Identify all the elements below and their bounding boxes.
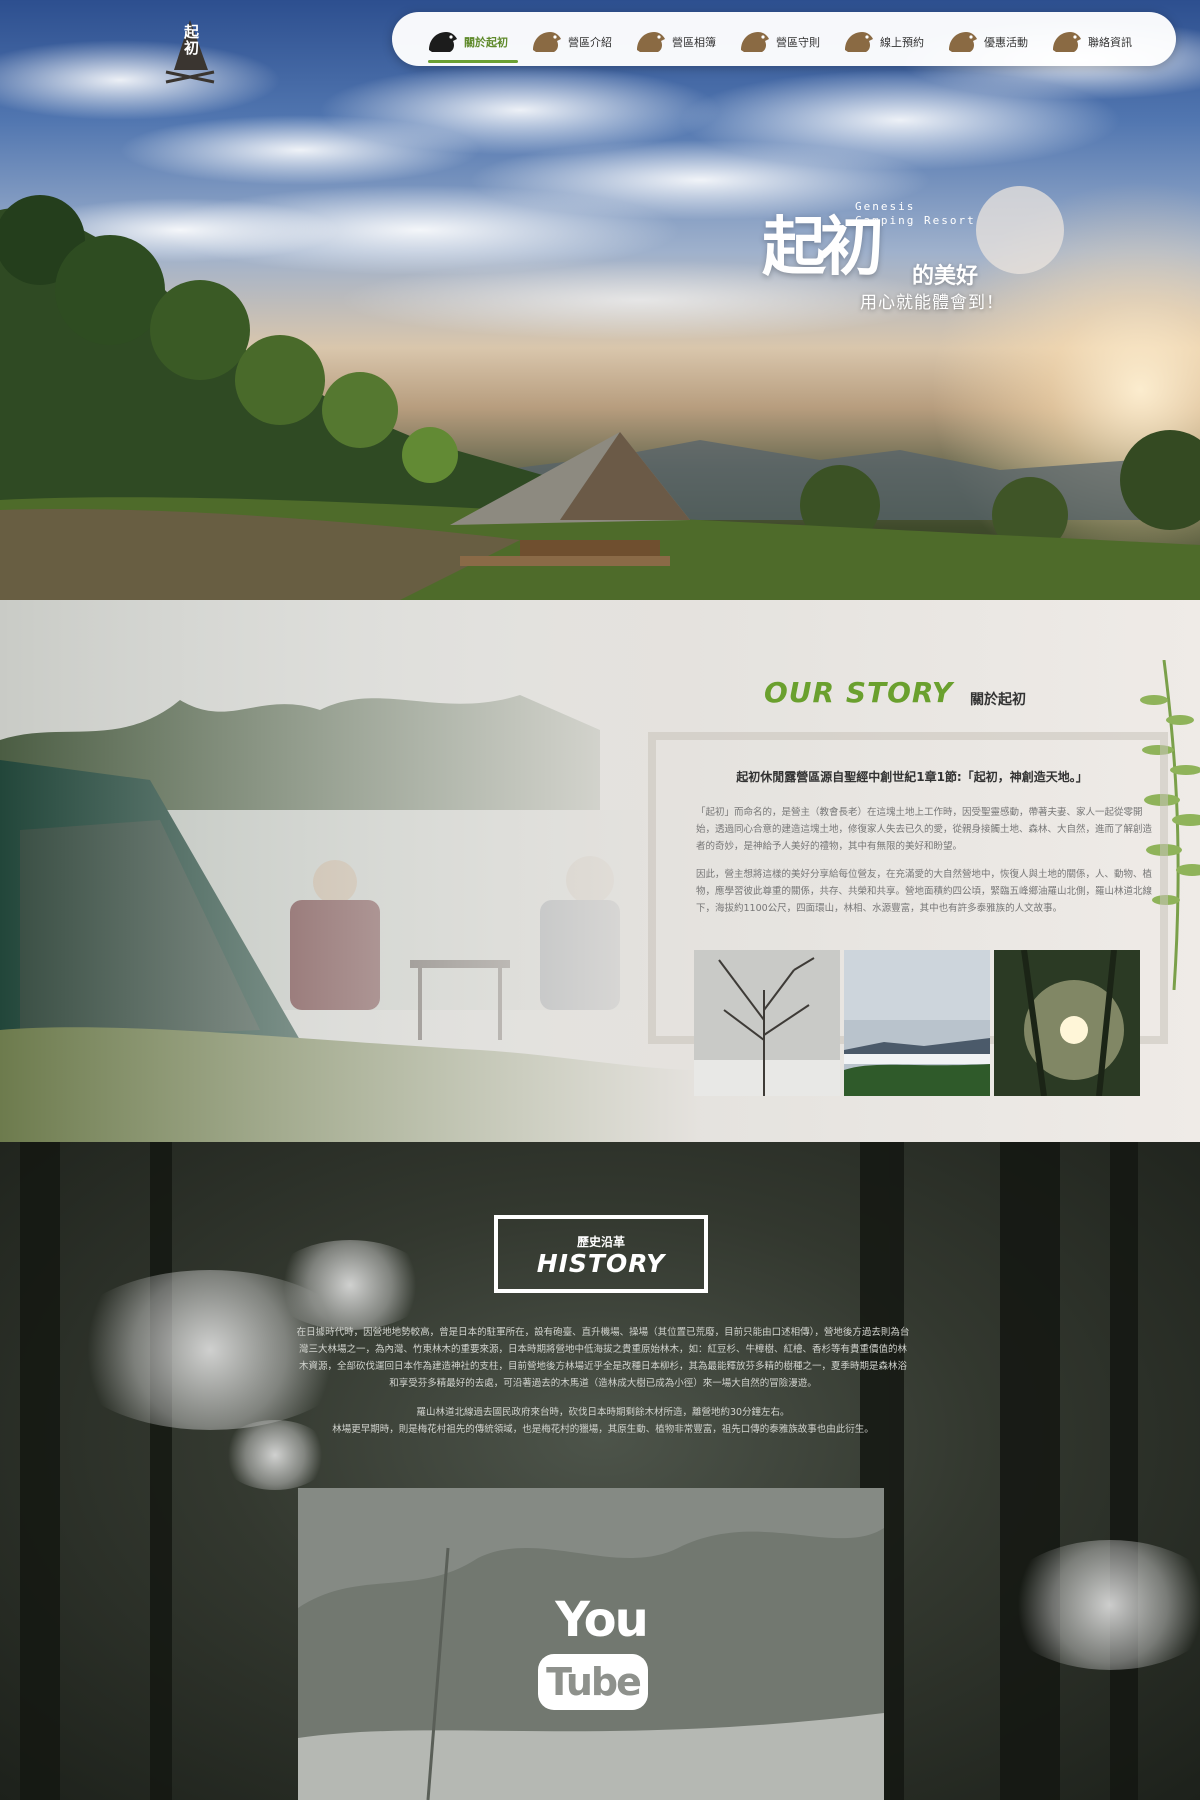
- animal-icon: [429, 32, 457, 52]
- history-title-en: HISTORY: [536, 1249, 666, 1278]
- nav-item-4[interactable]: 營區守則: [738, 12, 842, 66]
- history-title-zh: 歷史沿革: [576, 1235, 625, 1249]
- nav-item-3[interactable]: 營區相簿: [634, 12, 738, 66]
- sea-of-clouds-photo[interactable]: [844, 950, 990, 1096]
- hero-title: 起初: [762, 210, 884, 285]
- nav-item-label: 營區介紹: [568, 36, 612, 49]
- nav-item-label: 優惠活動: [984, 36, 1028, 49]
- hero-banner: 起初 關於起初 營區介紹 營區相簿 營區守則 線上預約 優惠活動 聯絡資訊 Genesis …: [0, 0, 1200, 600]
- animal-icon: [845, 32, 873, 52]
- story-paragraph-1: 「起初」而命名的，是營主（教會長老）在這塊土地上工作時，因受聖靈感動，帶著夫妻、…: [696, 807, 1153, 852]
- nav-item-label: 營區守則: [776, 36, 820, 49]
- nav-item-label: 關於起初: [464, 36, 508, 49]
- nav-item-7[interactable]: 聯絡資訊: [1050, 12, 1154, 66]
- snowy-tree-photo[interactable]: [694, 950, 840, 1096]
- nav-item-5[interactable]: 線上預約: [842, 12, 946, 66]
- animal-icon: [741, 32, 769, 52]
- youtube-logo-you: You: [555, 1592, 649, 1648]
- nav-item-label: 聯絡資訊: [1088, 36, 1132, 49]
- nav-item-1[interactable]: 關於起初: [426, 12, 530, 66]
- main-nav: 關於起初 營區介紹 營區相簿 營區守則 線上預約 優惠活動 聯絡資訊: [392, 12, 1176, 66]
- story-title-zh: 關於起初: [970, 692, 1026, 708]
- nav-item-label: 線上預約: [880, 36, 924, 49]
- nav-item-2[interactable]: 營區介紹: [530, 12, 634, 66]
- animal-icon: [949, 32, 977, 52]
- logo-text: 起初: [182, 24, 200, 56]
- animal-icon: [1053, 32, 1081, 52]
- story-paragraph-2: 因此，營主想將這樣的美好分享給每位營友，在充滿愛的大自然營地中，恢復人與土地的關…: [696, 869, 1153, 914]
- history-paragraph-1: 在日據時代時，因營地地勢較高，曾是日本的駐軍所在，設有砲臺、直升機場、操場（其位…: [296, 1327, 910, 1389]
- forest-sunlight-photo[interactable]: [994, 950, 1140, 1096]
- history-paragraph-2: 羅山林道北線過去國民政府來台時，砍伐日本時期剩餘木材所造，離營地約30分鐘左右。…: [332, 1407, 874, 1435]
- animal-icon: [533, 32, 561, 52]
- nav-item-label: 營區相簿: [672, 36, 716, 49]
- hero-title-tail: 的美好: [912, 264, 979, 289]
- hero-subtitle: 用心就能體會到！: [860, 293, 1004, 313]
- nav-item-6[interactable]: 優惠活動: [946, 12, 1050, 66]
- lake-camping-photo: [0, 600, 700, 1142]
- story-heading: 起初休閒露營區源自聖經中創世紀1章1節:「起初，神創造天地。」: [736, 770, 1088, 784]
- youtube-logo-tube[interactable]: Tube: [538, 1660, 648, 1704]
- animal-icon: [637, 32, 665, 52]
- mist-cloud: [270, 1240, 430, 1330]
- story-title: OUR STORY: [764, 676, 954, 709]
